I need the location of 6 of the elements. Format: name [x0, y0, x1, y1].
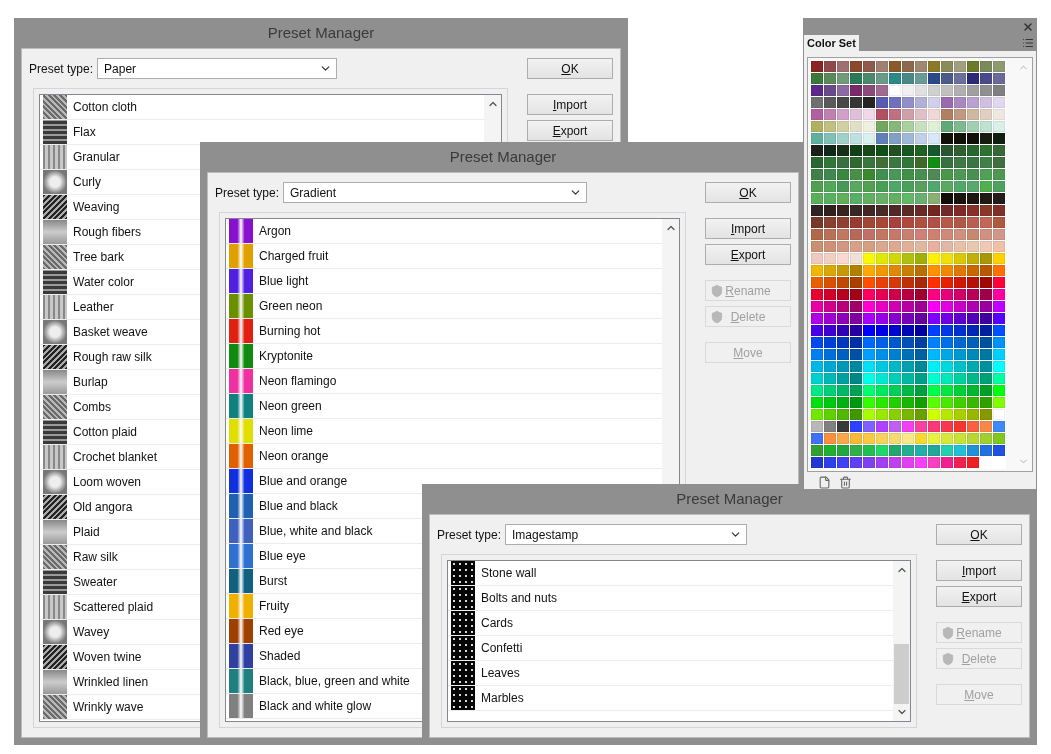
preset-type-label: Preset type: — [215, 184, 280, 202]
window-title: Preset Manager — [449, 146, 557, 167]
window-title: Preset Manager — [676, 488, 783, 509]
preset-type-label: Preset type: — [29, 60, 94, 78]
window-title: Preset Manager — [267, 22, 375, 43]
preset-type-label: Preset type: — [437, 526, 502, 544]
